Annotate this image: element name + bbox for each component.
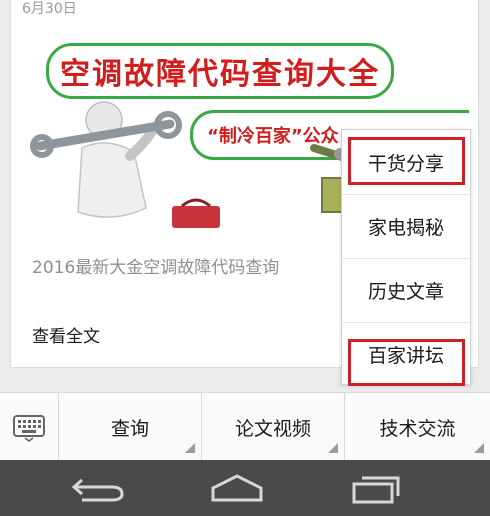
submenu-indicator-icon — [474, 443, 484, 453]
keyboard-toggle-button[interactable] — [0, 393, 59, 461]
back-icon[interactable] — [68, 470, 128, 506]
android-navigation-bar — [0, 460, 490, 516]
submenu-item-label: 历史文章 — [367, 280, 444, 303]
keyboard-icon — [13, 415, 45, 442]
article-summary: 2016最新大金空调故障代码查询 — [32, 258, 280, 278]
read-full-article-link[interactable]: 查看全文 — [32, 322, 100, 347]
home-icon[interactable] — [207, 470, 267, 506]
submenu-item-label: 家电揭秘 — [367, 216, 444, 239]
menu-item-papers-videos[interactable]: 论文视频 — [202, 393, 345, 461]
highlight-box — [348, 137, 465, 185]
menu-item-label: 论文视频 — [234, 417, 311, 440]
article-date: 6月30日 — [22, 1, 77, 17]
recent-apps-icon[interactable] — [346, 470, 406, 506]
submenu-indicator-icon — [328, 443, 338, 453]
menu-item-label: 查询 — [110, 417, 149, 440]
menu-item-query[interactable]: 查询 — [59, 393, 202, 461]
menu-item-tech-exchange[interactable]: 技术交流 — [345, 393, 490, 461]
submenu-item-history-articles[interactable]: 历史文章 — [342, 258, 470, 323]
submenu-item-appliance-secrets[interactable]: 家电揭秘 — [342, 194, 470, 259]
menu-item-label: 技术交流 — [379, 417, 456, 440]
submenu-indicator-icon — [185, 443, 195, 453]
custom-menu-bar: 查询 论文视频 技术交流 — [0, 392, 490, 461]
highlight-box — [348, 339, 465, 386]
